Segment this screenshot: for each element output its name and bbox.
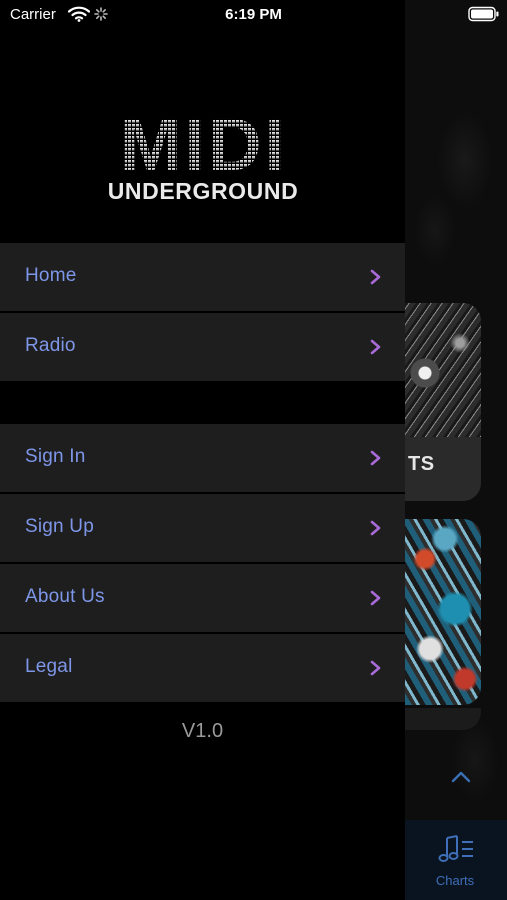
menu-item-sign-in[interactable]: Sign In — [0, 424, 405, 492]
menu-label: About Us — [25, 586, 105, 607]
menu-label: Sign Up — [25, 516, 94, 537]
logo-title: MIDI — [120, 108, 288, 186]
music-list-icon — [438, 835, 473, 862]
tab-label: Charts — [435, 873, 475, 888]
background-card-top-hits[interactable]: TS — [405, 303, 481, 501]
menu-item-about-us[interactable]: About Us — [0, 564, 405, 632]
menu-item-radio[interactable]: Radio — [0, 313, 405, 381]
side-drawer: MIDI UNDERGROUND Home Radio Sign In Sign… — [0, 0, 405, 900]
status-bar: Carrier 6:19 PM — [0, 0, 507, 32]
chevron-right-icon — [370, 339, 381, 355]
tab-bar: Charts — [405, 820, 507, 900]
chevron-right-icon — [370, 660, 381, 676]
battery-icon — [468, 6, 499, 22]
app-version: V1.0 — [181, 720, 224, 742]
card-artwork — [405, 303, 481, 437]
menu-item-legal[interactable]: Legal — [0, 634, 405, 702]
chevron-right-icon — [370, 520, 381, 536]
menu-item-home[interactable]: Home — [0, 243, 405, 311]
clock: 6:19 PM — [225, 6, 282, 23]
menu-label: Sign In — [25, 446, 86, 467]
chevron-up-icon[interactable] — [450, 766, 472, 788]
chevron-right-icon — [370, 269, 381, 285]
menu-label: Home — [25, 265, 77, 286]
background-card-graffiti[interactable] — [405, 519, 481, 705]
chevron-right-icon — [370, 590, 381, 606]
logo-subtitle: UNDERGROUND — [107, 178, 299, 204]
chevron-right-icon — [370, 450, 381, 466]
background-card-edge — [405, 708, 481, 730]
menu-item-sign-up[interactable]: Sign Up — [0, 494, 405, 562]
menu-label: Radio — [25, 335, 76, 356]
card-label: TS — [408, 453, 435, 475]
background-screen: TS Charts — [405, 0, 507, 900]
menu-label: Legal — [25, 656, 73, 677]
